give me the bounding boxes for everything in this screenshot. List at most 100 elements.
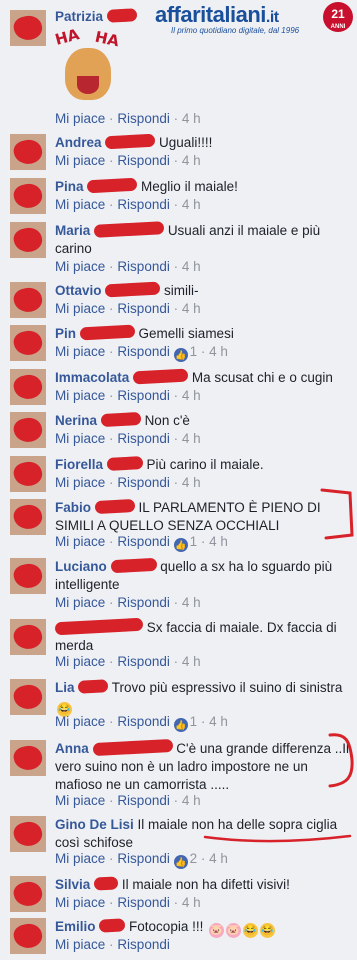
like-link[interactable]: Mi piace <box>55 595 105 610</box>
reply-link[interactable]: Rispondi <box>117 793 170 808</box>
reply-link[interactable]: Rispondi <box>117 895 170 910</box>
like-link[interactable]: Mi piace <box>55 654 105 669</box>
haha-dog-sticker: HA HA <box>53 25 121 108</box>
comment-time[interactable]: 4 h <box>182 595 201 610</box>
like-link[interactable]: Mi piace <box>55 475 105 490</box>
avatar[interactable] <box>10 178 46 214</box>
like-link[interactable]: Mi piace <box>55 197 105 212</box>
reply-link[interactable]: Rispondi <box>117 654 170 669</box>
comment-time[interactable]: 4 h <box>209 851 228 866</box>
comment-author[interactable]: Fiorella <box>55 457 103 472</box>
comment-time[interactable]: 4 h <box>182 388 201 403</box>
reply-link[interactable]: Rispondi <box>117 851 170 866</box>
reply-link[interactable]: Rispondi <box>117 344 170 359</box>
comment-author[interactable]: Luciano <box>55 559 107 574</box>
like-link[interactable]: Mi piace <box>55 895 105 910</box>
like-link[interactable]: Mi piace <box>55 534 105 549</box>
comment-author[interactable]: Ottavio <box>55 283 102 298</box>
thumbs-up-icon: 👍 <box>173 855 188 869</box>
comment-author[interactable]: Pina <box>55 179 84 194</box>
avatar[interactable] <box>10 134 46 170</box>
comment-text: Trovo più espressivo il suino di sinistr… <box>111 680 343 695</box>
reply-link[interactable]: Rispondi <box>117 111 170 126</box>
comment-text: Non c'è <box>144 413 190 428</box>
comment-time[interactable]: 4 h <box>182 431 201 446</box>
reply-link[interactable]: Rispondi <box>117 714 170 729</box>
avatar[interactable] <box>10 876 46 912</box>
comment-author[interactable]: Pin <box>55 326 76 341</box>
comment-text: Uguali!!!! <box>159 135 213 150</box>
comment-time[interactable]: 4 h <box>182 111 201 126</box>
like-count[interactable]: 👍 1 <box>173 534 197 552</box>
comment-text: Meglio il maiale! <box>141 179 238 194</box>
avatar[interactable] <box>10 10 46 46</box>
avatar[interactable] <box>10 456 46 492</box>
comment-time[interactable]: 4 h <box>182 301 201 316</box>
like-link[interactable]: Mi piace <box>55 259 105 274</box>
avatar[interactable] <box>10 679 46 715</box>
avatar[interactable] <box>10 918 46 954</box>
comment-time[interactable]: 4 h <box>209 714 228 729</box>
laughing-emoji-icon: 😂 <box>243 923 259 938</box>
like-count[interactable]: 👍 2 <box>173 851 197 869</box>
like-link[interactable]: Mi piace <box>55 301 105 316</box>
avatar[interactable] <box>10 499 46 535</box>
like-link[interactable]: Mi piace <box>55 344 105 359</box>
reply-link[interactable]: Rispondi <box>117 937 170 952</box>
reply-link[interactable]: Rispondi <box>117 301 170 316</box>
like-link[interactable]: Mi piace <box>55 793 105 808</box>
avatar[interactable] <box>10 619 46 655</box>
redaction-scribble <box>106 8 138 23</box>
like-count[interactable]: 👍 1 <box>173 714 197 732</box>
like-link[interactable]: Mi piace <box>55 111 105 126</box>
comment-time[interactable]: 4 h <box>182 197 201 212</box>
reply-link[interactable]: Rispondi <box>117 388 170 403</box>
comment-author[interactable]: Immacolata <box>55 370 129 385</box>
avatar[interactable] <box>10 369 46 405</box>
like-count[interactable]: 👍 1 <box>173 344 197 362</box>
like-link[interactable]: Mi piace <box>55 714 105 729</box>
comment-author[interactable]: Silvia <box>55 877 90 892</box>
like-link[interactable]: Mi piace <box>55 431 105 446</box>
comment-time[interactable]: 4 h <box>182 793 201 808</box>
comment-author[interactable]: Lia <box>55 680 75 695</box>
comment-author[interactable]: Andrea <box>55 135 102 150</box>
avatar[interactable] <box>10 558 46 594</box>
comment-author[interactable]: Emilio <box>55 919 96 934</box>
reply-link[interactable]: Rispondi <box>117 197 170 212</box>
reply-link[interactable]: Rispondi <box>117 259 170 274</box>
reply-link[interactable]: Rispondi <box>117 475 170 490</box>
avatar[interactable] <box>10 222 46 258</box>
like-link[interactable]: Mi piace <box>55 851 105 866</box>
comment-author[interactable]: Patrizia <box>55 9 103 24</box>
comment-author[interactable]: Nerina <box>55 413 97 428</box>
comment-author[interactable]: Maria <box>55 223 90 238</box>
comment-author[interactable]: Gino De Lisi <box>55 817 134 832</box>
avatar[interactable] <box>10 816 46 852</box>
avatar[interactable] <box>10 412 46 448</box>
comment: Patrizia HA HA Mi piace · Rispondi · 4 h <box>0 4 357 140</box>
comment-author[interactable]: Anna <box>55 741 89 756</box>
pig-emoji-icon: 🐷 <box>209 923 225 938</box>
avatar[interactable] <box>10 282 46 318</box>
comment-time[interactable]: 4 h <box>182 153 201 168</box>
like-link[interactable]: Mi piace <box>55 937 105 952</box>
comment-time[interactable]: 4 h <box>209 344 228 359</box>
comment-time[interactable]: 4 h <box>182 654 201 669</box>
reply-link[interactable]: Rispondi <box>117 431 170 446</box>
avatar[interactable] <box>10 325 46 361</box>
reply-link[interactable]: Rispondi <box>117 534 170 549</box>
comment-text: Ma scusat chi e o cugin <box>191 370 333 385</box>
comment-time[interactable]: 4 h <box>182 895 201 910</box>
thumbs-up-icon: 👍 <box>173 538 188 552</box>
comment-time[interactable]: 4 h <box>209 534 228 549</box>
comment-time[interactable]: 4 h <box>182 259 201 274</box>
reply-link[interactable]: Rispondi <box>117 595 170 610</box>
reply-link[interactable]: Rispondi <box>117 153 170 168</box>
comment-author[interactable]: Fabio <box>55 500 91 515</box>
laughing-emoji-icon: 😂 <box>260 923 276 938</box>
avatar[interactable] <box>10 740 46 776</box>
like-link[interactable]: Mi piace <box>55 153 105 168</box>
comment-time[interactable]: 4 h <box>182 475 201 490</box>
like-link[interactable]: Mi piace <box>55 388 105 403</box>
